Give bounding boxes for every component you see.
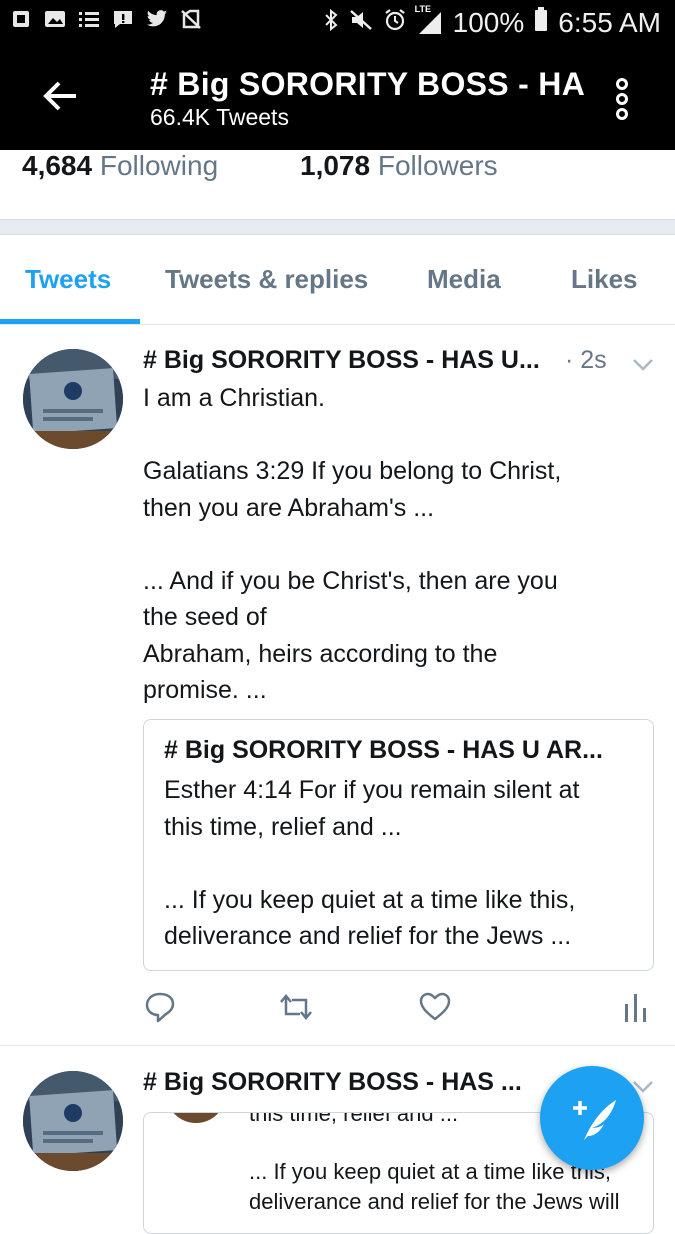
alert-icon [112,8,134,30]
avatar[interactable] [23,1071,123,1171]
avatar[interactable] [23,349,123,449]
quoted-tweet-text: Esther 4:14 For if you remain silent at … [164,776,580,950]
tab-tweets[interactable]: Tweets [25,264,111,295]
gallery-icon [44,8,66,30]
profile-title: # Big SORORITY BOSS - HA [150,66,586,102]
analytics-icon[interactable] [622,990,656,1024]
alarm-icon [383,7,407,39]
quoted-tweet-cutoff-line: this time, relief and ... [249,1112,459,1126]
like-icon[interactable] [418,990,452,1024]
tweet-author[interactable]: # Big SORORITY BOSS - HAS U... [143,346,540,375]
no-sim-icon [180,8,202,30]
tweet-author[interactable]: # Big SORORITY BOSS - HAS ... [143,1068,522,1097]
more-options-icon[interactable] [612,78,632,122]
retweet-icon[interactable] [278,990,312,1024]
tweet-count: 66.4K Tweets [150,104,289,130]
reply-icon[interactable] [143,990,177,1024]
system-status: LTE 100% 6:55 AM [323,4,661,39]
clock: 6:55 AM [558,6,661,38]
list-icon [78,8,100,30]
active-tab-indicator [0,319,140,324]
network-type: LTE [414,3,431,14]
compose-tweet-button[interactable] [540,1066,644,1170]
battery-percent: 100% [452,6,525,38]
tweet-timestamp: · 2s [565,346,607,374]
profile-header: # Big SORORITY BOSS - HA 66.4K Tweets [0,44,675,150]
chevron-down-icon[interactable] [632,358,654,372]
following-stat[interactable]: 4,684 Following [22,150,218,182]
quoted-media-thumbnail [166,1113,226,1123]
tab-media[interactable]: Media [427,264,501,295]
notification-icons [10,8,202,30]
followers-count: 1,078 [300,150,371,181]
stop-icon [10,8,32,30]
followers-label: Followers [377,150,498,181]
section-divider [0,219,675,235]
mute-icon [349,7,373,39]
tweet-actions [0,990,675,1030]
status-bar: LTE 100% 6:55 AM [0,0,675,44]
quoted-tweet-author: # Big SORORITY BOSS - HAS U AR... [164,736,603,764]
tab-likes[interactable]: Likes [571,264,638,295]
compose-quill-icon [573,1100,616,1140]
quoted-tweet[interactable]: # Big SORORITY BOSS - HAS U AR... Esther… [143,719,654,971]
twitter-icon [146,8,168,30]
tab-tweets-replies[interactable]: Tweets & replies [165,264,368,295]
followers-stat[interactable]: 1,078 Followers [300,150,498,182]
profile-stats: 4,684 Following 1,078 Followers [0,150,675,220]
bluetooth-icon [323,7,339,39]
following-label: Following [99,150,219,181]
signal-icon: LTE [415,4,443,36]
tweet-text: I am a Christian. Galatians 3:29 If you … [143,384,562,704]
tweet-separator [0,1045,675,1046]
battery-icon [534,6,548,39]
profile-tabs: Tweets Tweets & replies Media Likes [0,234,675,325]
following-count: 4,684 [22,150,93,181]
back-arrow-icon[interactable] [38,74,82,118]
